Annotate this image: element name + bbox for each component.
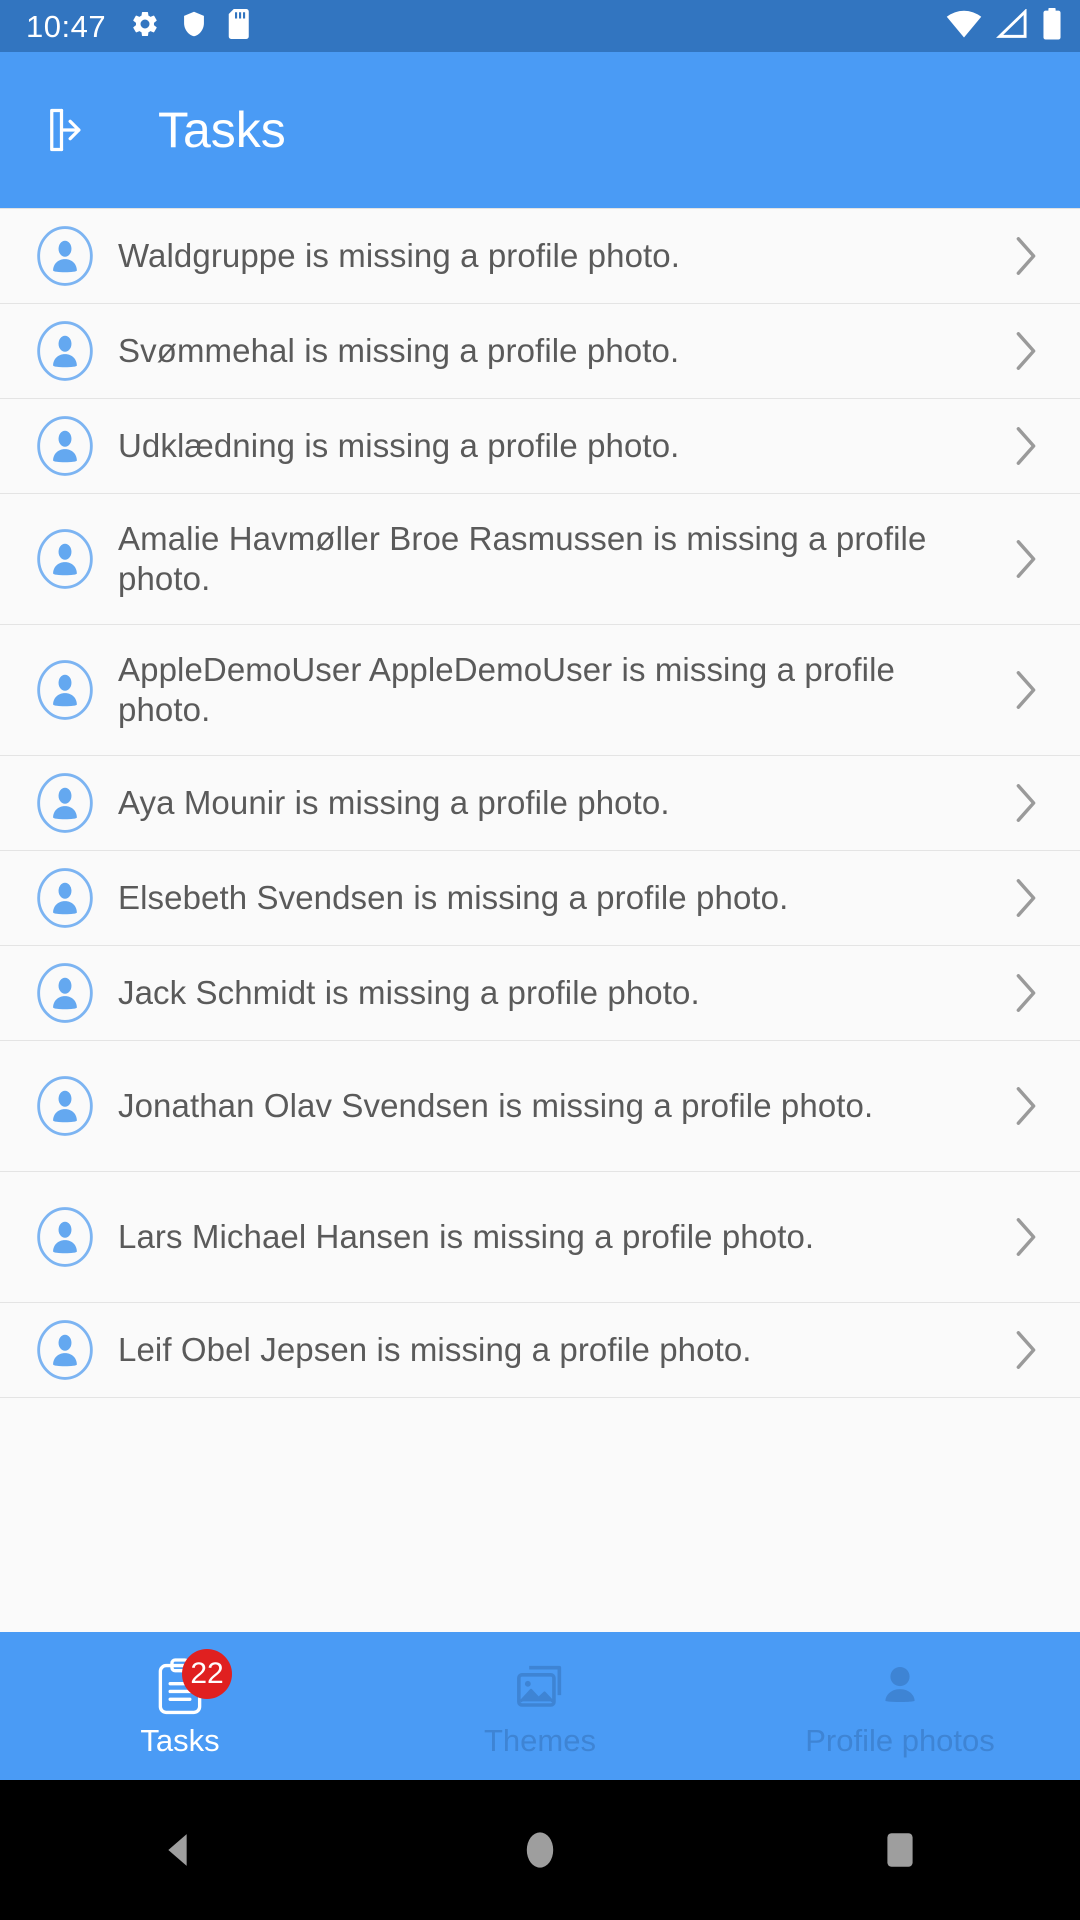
chevron-right-icon[interactable]: [1006, 877, 1046, 919]
task-list-item[interactable]: Aya Mounir is missing a profile photo.: [0, 756, 1080, 851]
task-list-item[interactable]: Udklædning is missing a profile photo.: [0, 399, 1080, 494]
task-list-item-label: Amalie Havmøller Broe Rasmussen is missi…: [118, 519, 927, 597]
clipboard-icon: 22: [148, 1648, 232, 1717]
task-list-item-label: Jack Schmidt is missing a profile photo.: [118, 973, 700, 1011]
task-list-item-label: Jonathan Olav Svendsen is missing a prof…: [118, 1086, 874, 1124]
chevron-right-icon[interactable]: [1006, 425, 1046, 467]
account-circle-icon: [34, 772, 96, 834]
task-list-item-label: AppleDemoUser AppleDemoUser is missing a…: [118, 650, 895, 728]
chevron-right-icon[interactable]: [1006, 1329, 1046, 1371]
task-list-item-label: Svømmehal is missing a profile photo.: [118, 331, 680, 369]
phone-screen: 10:47 Tasks Waldgruppe is missing a prof…: [0, 0, 1080, 1920]
app-bar: Tasks: [0, 52, 1080, 208]
task-list-item[interactable]: Waldgruppe is missing a profile photo.: [0, 209, 1080, 304]
account-circle-icon: [34, 320, 96, 382]
tab-badge-count: 22: [182, 1648, 232, 1699]
task-list[interactable]: Waldgruppe is missing a profile photo. Sv…: [0, 208, 1080, 1632]
back-triangle-icon[interactable]: [120, 1810, 240, 1890]
chevron-right-icon[interactable]: [1006, 538, 1046, 580]
chevron-right-icon[interactable]: [1006, 782, 1046, 824]
account-circle-icon: [34, 225, 96, 287]
tab-profile-photos[interactable]: Profile photos: [720, 1632, 1080, 1780]
page-title: Tasks: [158, 102, 286, 158]
task-list-item[interactable]: AppleDemoUser AppleDemoUser is missing a…: [0, 625, 1080, 756]
task-list-item[interactable]: Leif Obel Jepsen is missing a profile ph…: [0, 1303, 1080, 1398]
chevron-right-icon[interactable]: [1006, 1216, 1046, 1258]
person-icon: [868, 1657, 932, 1717]
task-list-item[interactable]: Lars Michael Hansen is missing a profile…: [0, 1172, 1080, 1303]
chevron-right-icon[interactable]: [1006, 330, 1046, 372]
task-list-item[interactable]: Amalie Havmøller Broe Rasmussen is missi…: [0, 494, 1080, 625]
task-list-item[interactable]: Jack Schmidt is missing a profile photo.: [0, 946, 1080, 1041]
home-circle-icon[interactable]: [480, 1810, 600, 1890]
chevron-right-icon[interactable]: [1006, 669, 1046, 711]
shield-icon: [180, 9, 208, 44]
task-list-item-label: Leif Obel Jepsen is missing a profile ph…: [118, 1330, 752, 1368]
gear-icon: [130, 9, 160, 44]
tab-themes[interactable]: Themes: [360, 1632, 720, 1780]
task-list-item[interactable]: Svømmehal is missing a profile photo.: [0, 304, 1080, 399]
logout-icon[interactable]: [40, 102, 96, 158]
recents-square-icon[interactable]: [840, 1810, 960, 1890]
android-navigation-bar: [0, 1780, 1080, 1920]
account-circle-icon: [34, 415, 96, 477]
tab-label: Tasks: [140, 1722, 220, 1758]
account-circle-icon: [34, 1075, 96, 1137]
tab-label: Profile photos: [805, 1722, 995, 1758]
account-circle-icon: [34, 962, 96, 1024]
account-circle-icon: [34, 1206, 96, 1268]
task-list-item-label: Udklædning is missing a profile photo.: [118, 426, 680, 464]
account-circle-icon: [34, 528, 96, 590]
status-bar-right-icons: [946, 7, 1062, 45]
task-list-item-label: Elsebeth Svendsen is missing a profile p…: [118, 878, 789, 916]
chevron-right-icon[interactable]: [1006, 235, 1046, 277]
task-list-item[interactable]: Elsebeth Svendsen is missing a profile p…: [0, 851, 1080, 946]
status-bar-left-icons: [130, 8, 252, 44]
status-bar: 10:47: [0, 0, 1080, 52]
collections-images-icon: [508, 1657, 572, 1717]
task-list-item-label: Waldgruppe is missing a profile photo.: [118, 236, 681, 274]
wifi-icon: [946, 9, 982, 44]
task-list-item[interactable]: Jonathan Olav Svendsen is missing a prof…: [0, 1041, 1080, 1172]
account-circle-icon: [34, 1319, 96, 1381]
battery-icon: [1042, 7, 1062, 45]
sd-card-icon: [228, 8, 252, 44]
chevron-right-icon[interactable]: [1006, 972, 1046, 1014]
cell-signal-icon: [996, 7, 1028, 44]
status-bar-clock: 10:47: [26, 8, 107, 44]
tab-tasks[interactable]: 22 Tasks: [0, 1632, 360, 1780]
tab-label: Themes: [484, 1722, 596, 1758]
bottom-tab-bar[interactable]: 22 Tasks Themes Profile photos: [0, 1632, 1080, 1780]
account-circle-icon: [34, 867, 96, 929]
task-list-item-label: Aya Mounir is missing a profile photo.: [118, 783, 670, 821]
chevron-right-icon[interactable]: [1006, 1085, 1046, 1127]
account-circle-icon: [34, 659, 96, 721]
task-list-item-label: Lars Michael Hansen is missing a profile…: [118, 1217, 815, 1255]
